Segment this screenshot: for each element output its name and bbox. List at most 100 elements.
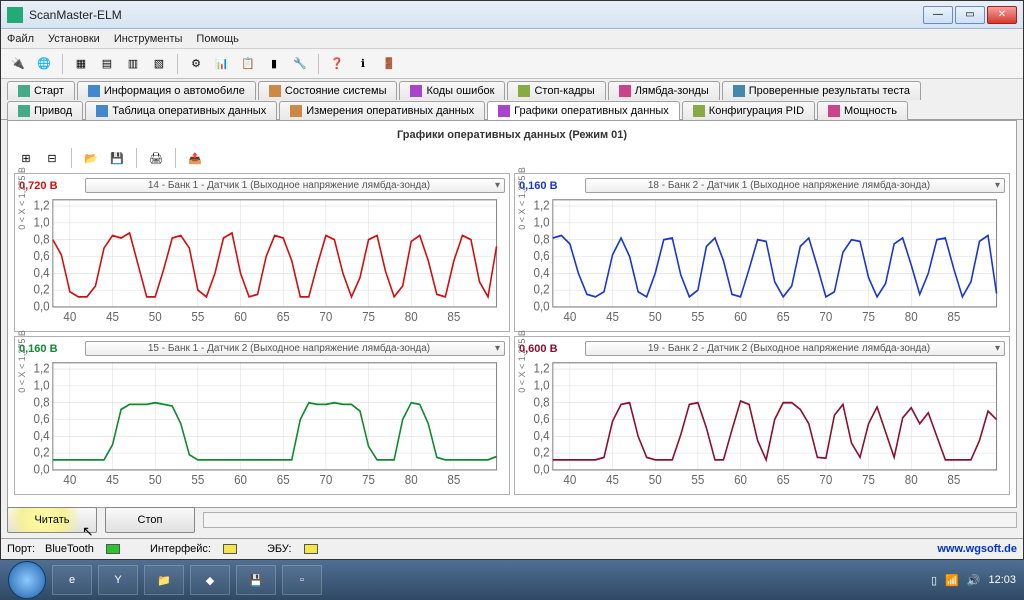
terminal-icon[interactable]: ▮ bbox=[263, 53, 285, 75]
svg-text:1,2: 1,2 bbox=[533, 198, 549, 213]
close-button[interactable]: ✕ bbox=[987, 6, 1017, 24]
y-axis-label: 0 < X < 1,275 В bbox=[517, 330, 527, 393]
tab-label: Графики оперативных данных bbox=[514, 105, 669, 117]
print-icon[interactable]: 🖨 bbox=[146, 148, 166, 168]
chart-pid-select[interactable]: 14 - Банк 1 - Датчик 1 (Выходное напряже… bbox=[85, 178, 505, 193]
tool1-icon[interactable]: ⚙ bbox=[185, 53, 207, 75]
svg-text:0,0: 0,0 bbox=[33, 462, 49, 477]
svg-text:70: 70 bbox=[819, 310, 832, 325]
open-icon[interactable]: 📂 bbox=[81, 148, 101, 168]
chart-value: 0,160 В bbox=[519, 180, 579, 192]
svg-text:50: 50 bbox=[649, 310, 662, 325]
tab-2-4[interactable]: Конфигурация PID bbox=[682, 101, 815, 120]
y-axis-label: 0 < X < 1,275 В bbox=[517, 167, 527, 230]
connect-icon[interactable]: 🔌 bbox=[7, 53, 29, 75]
svg-text:70: 70 bbox=[319, 473, 332, 488]
tab-2-1[interactable]: Таблица оперативных данных bbox=[85, 101, 277, 120]
tool3-icon[interactable]: 📋 bbox=[237, 53, 259, 75]
svg-text:0,2: 0,2 bbox=[533, 282, 549, 297]
website-link[interactable]: www.wgsoft.de bbox=[937, 543, 1017, 555]
tab-2-0[interactable]: Привод bbox=[7, 101, 83, 120]
svg-text:85: 85 bbox=[447, 473, 460, 488]
main-toolbar: 🔌 🌐 ▦ ▤ ▥ ▧ ⚙ 📊 📋 ▮ 🔧 ❓ ℹ 🚪 bbox=[1, 49, 1023, 79]
save-icon[interactable]: 💾 bbox=[107, 148, 127, 168]
tab-icon bbox=[693, 105, 705, 117]
tab-label: Проверенные результаты теста bbox=[749, 85, 910, 97]
menubar: Файл Установки Инструменты Помощь bbox=[1, 29, 1023, 49]
stop-button[interactable]: Стоп bbox=[105, 507, 195, 533]
globe-icon[interactable]: 🌐 bbox=[33, 53, 55, 75]
charts-grid: 0,720 В14 - Банк 1 - Датчик 1 (Выходное … bbox=[12, 171, 1012, 497]
tab-2-5[interactable]: Мощность bbox=[817, 101, 908, 120]
chart-pid-select[interactable]: 15 - Банк 1 - Датчик 2 (Выходное напряже… bbox=[85, 341, 505, 356]
view4-icon[interactable]: ▧ bbox=[148, 53, 170, 75]
task-app2[interactable]: ▫ bbox=[282, 565, 322, 595]
time-scrollbar[interactable] bbox=[203, 512, 1017, 528]
minimize-button[interactable]: — bbox=[923, 6, 953, 24]
tab-label: Таблица оперативных данных bbox=[112, 105, 266, 117]
remove-chart-icon[interactable]: ⊟ bbox=[42, 148, 62, 168]
tab-2-2[interactable]: Измерения оперативных данных bbox=[279, 101, 485, 120]
tool5-icon[interactable]: 🔧 bbox=[289, 53, 311, 75]
svg-text:0,0: 0,0 bbox=[533, 299, 549, 314]
tab-1-3[interactable]: Коды ошибок bbox=[399, 81, 505, 100]
read-button[interactable]: Читать bbox=[7, 507, 97, 533]
svg-text:0,4: 0,4 bbox=[33, 428, 49, 443]
task-browser2[interactable]: Y bbox=[98, 565, 138, 595]
menu-file[interactable]: Файл bbox=[7, 33, 34, 45]
svg-text:80: 80 bbox=[405, 473, 418, 488]
svg-text:50: 50 bbox=[149, 310, 162, 325]
start-button[interactable] bbox=[8, 561, 46, 599]
task-save[interactable]: 💾 bbox=[236, 565, 276, 595]
tray-network-icon[interactable]: 📶 bbox=[945, 574, 959, 587]
chart-pid-select[interactable]: 19 - Банк 2 - Датчик 2 (Выходное напряже… bbox=[585, 341, 1005, 356]
svg-text:0,2: 0,2 bbox=[533, 445, 549, 460]
tab-1-5[interactable]: Лямбда-зонды bbox=[608, 81, 720, 100]
tab-1-1[interactable]: Информация о автомобиле bbox=[77, 81, 256, 100]
export-icon[interactable]: 📤 bbox=[185, 148, 205, 168]
help-icon[interactable]: ❓ bbox=[326, 53, 348, 75]
app-icon bbox=[7, 7, 23, 23]
tab-1-0[interactable]: Старт bbox=[7, 81, 75, 100]
tool2-icon[interactable]: 📊 bbox=[211, 53, 233, 75]
view1-icon[interactable]: ▦ bbox=[70, 53, 92, 75]
svg-text:40: 40 bbox=[63, 310, 76, 325]
svg-text:60: 60 bbox=[234, 473, 247, 488]
add-chart-icon[interactable]: ⊞ bbox=[16, 148, 36, 168]
exit-icon[interactable]: 🚪 bbox=[378, 53, 400, 75]
svg-text:0,8: 0,8 bbox=[533, 232, 549, 247]
maximize-button[interactable]: ▭ bbox=[955, 6, 985, 24]
svg-text:55: 55 bbox=[191, 310, 204, 325]
tab-icon bbox=[498, 105, 510, 117]
titlebar: ScanMaster-ELM — ▭ ✕ bbox=[1, 1, 1023, 29]
task-browser1[interactable]: e bbox=[52, 565, 92, 595]
task-explorer[interactable]: 📁 bbox=[144, 565, 184, 595]
svg-text:0,4: 0,4 bbox=[533, 428, 549, 443]
tab-1-6[interactable]: Проверенные результаты теста bbox=[722, 81, 921, 100]
tab-1-4[interactable]: Стоп-кадры bbox=[507, 81, 605, 100]
svg-text:0,4: 0,4 bbox=[33, 265, 49, 280]
tab-icon bbox=[619, 85, 631, 97]
svg-text:1,2: 1,2 bbox=[33, 198, 49, 213]
tabs-row1: СтартИнформация о автомобилеСостояние си… bbox=[1, 79, 1023, 99]
tab-2-3[interactable]: Графики оперативных данных bbox=[487, 101, 680, 120]
task-app1[interactable]: ◆ bbox=[190, 565, 230, 595]
view3-icon[interactable]: ▥ bbox=[122, 53, 144, 75]
ecu-led bbox=[304, 544, 318, 554]
svg-text:65: 65 bbox=[277, 473, 290, 488]
menu-settings[interactable]: Установки bbox=[48, 33, 100, 45]
chart-pid-select[interactable]: 18 - Банк 2 - Датчик 1 (Выходное напряже… bbox=[585, 178, 1005, 193]
svg-text:50: 50 bbox=[149, 473, 162, 488]
chart-0: 0,720 В14 - Банк 1 - Датчик 1 (Выходное … bbox=[14, 173, 510, 332]
tray-flag-icon[interactable]: ▯ bbox=[931, 574, 937, 587]
info-icon[interactable]: ℹ bbox=[352, 53, 374, 75]
tab-1-2[interactable]: Состояние системы bbox=[258, 81, 398, 100]
view2-icon[interactable]: ▤ bbox=[96, 53, 118, 75]
menu-help[interactable]: Помощь bbox=[196, 33, 239, 45]
menu-tools[interactable]: Инструменты bbox=[114, 33, 183, 45]
tray-volume-icon[interactable]: 🔊 bbox=[967, 574, 981, 587]
svg-text:45: 45 bbox=[106, 473, 119, 488]
tray-clock[interactable]: 12:03 bbox=[988, 574, 1016, 586]
svg-text:40: 40 bbox=[63, 473, 76, 488]
svg-text:40: 40 bbox=[563, 473, 576, 488]
